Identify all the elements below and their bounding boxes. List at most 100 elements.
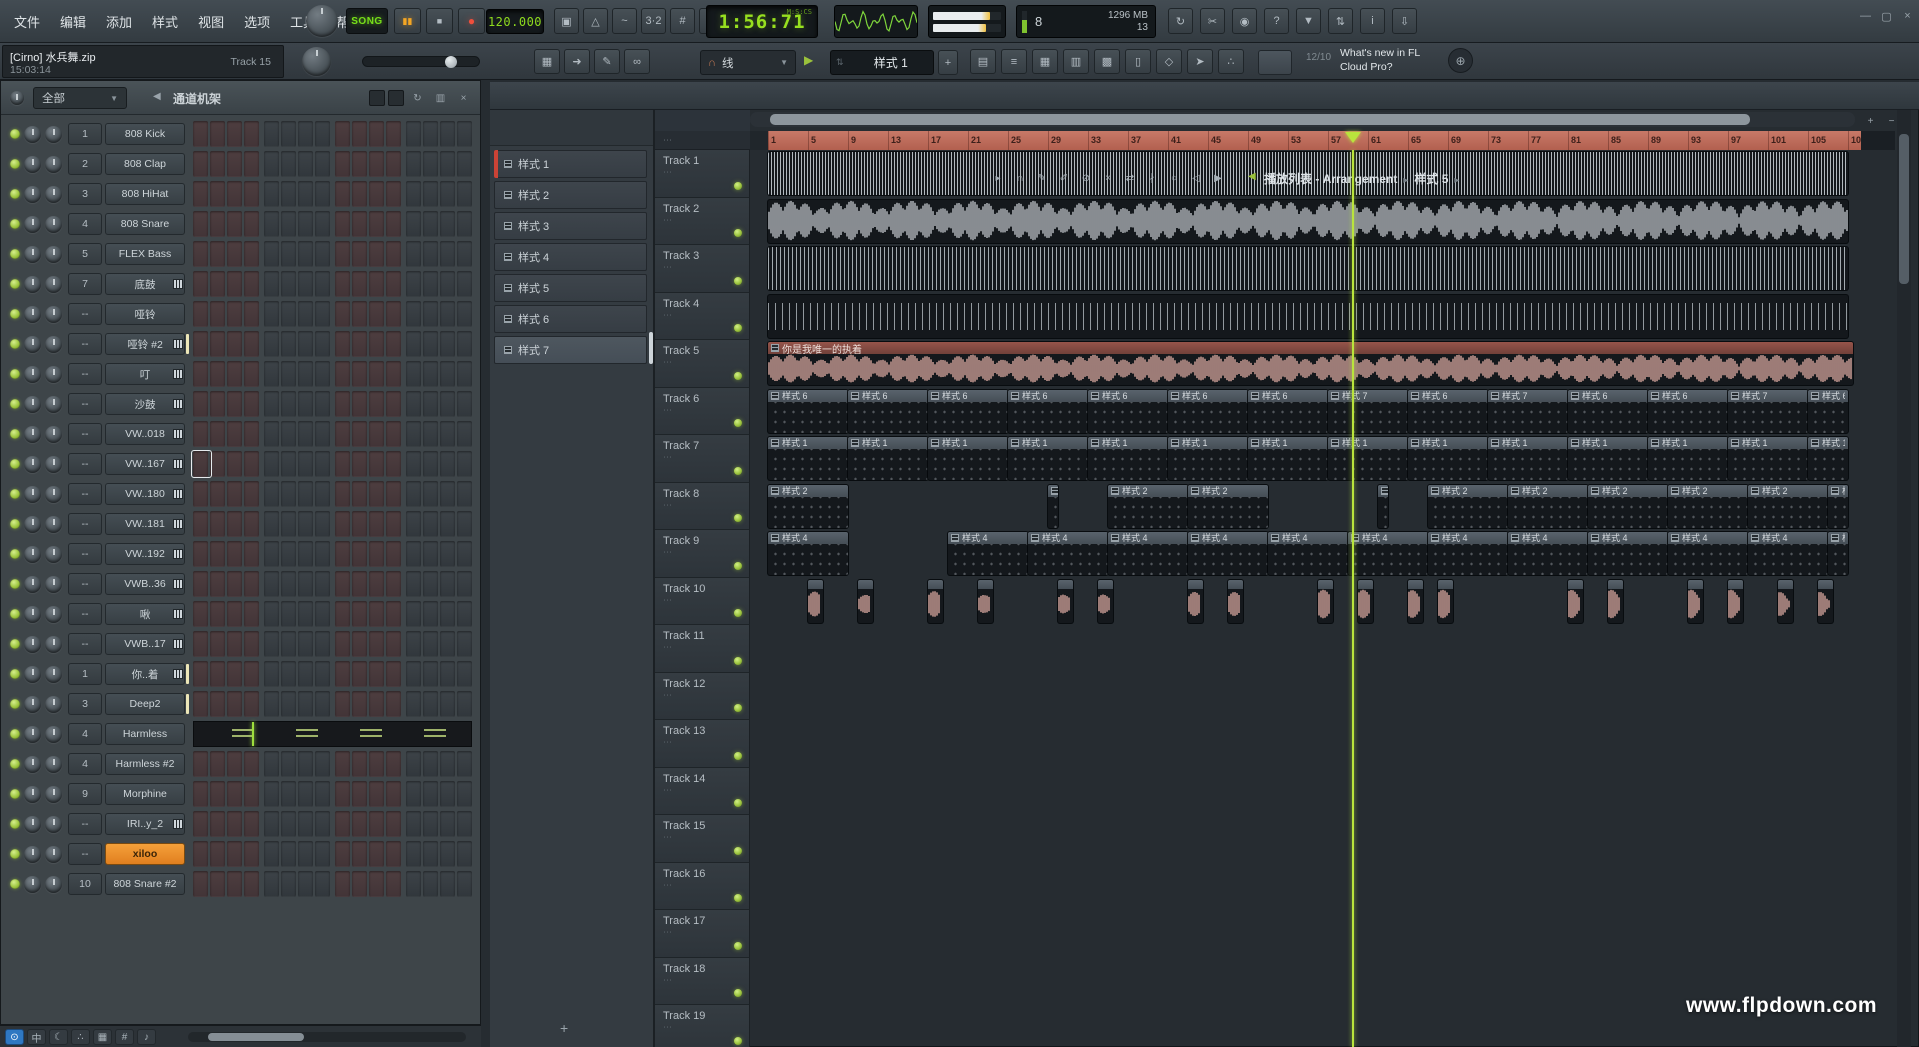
step-button[interactable] — [244, 811, 259, 837]
channel-number[interactable]: -- — [68, 423, 102, 445]
step-button[interactable] — [227, 811, 242, 837]
step-button[interactable] — [352, 151, 367, 177]
step-button[interactable] — [406, 361, 421, 387]
volume-knob[interactable] — [45, 306, 62, 323]
channel-led[interactable] — [10, 129, 20, 139]
pan-knob[interactable] — [24, 366, 41, 383]
step-button[interactable] — [423, 121, 438, 147]
paint-icon[interactable]: ✐ — [1054, 169, 1074, 187]
globe-icon[interactable]: ⊕ — [1448, 48, 1473, 73]
track-led[interactable] — [734, 989, 742, 997]
step-button[interactable] — [406, 781, 421, 807]
track-led[interactable] — [734, 752, 742, 760]
step-button[interactable] — [281, 211, 296, 237]
step-button[interactable] — [386, 271, 401, 297]
step-button[interactable] — [315, 781, 330, 807]
step-button[interactable] — [423, 451, 438, 477]
close-button[interactable]: × — [1898, 8, 1917, 24]
pan-knob[interactable] — [24, 696, 41, 713]
multitouch-icon[interactable]: ∴ — [71, 1029, 90, 1045]
step-button[interactable] — [335, 841, 350, 867]
step-button[interactable] — [227, 271, 242, 297]
channel-number[interactable]: 10 — [68, 873, 102, 895]
step-button[interactable] — [210, 301, 225, 327]
step-button[interactable] — [281, 811, 296, 837]
step-button[interactable] — [335, 211, 350, 237]
step-button[interactable] — [406, 241, 421, 267]
step-button[interactable] — [210, 691, 225, 717]
step-button[interactable] — [298, 871, 313, 897]
step-button[interactable] — [457, 301, 472, 327]
channel-button[interactable]: FLEX Bass — [105, 243, 185, 265]
step-button[interactable] — [457, 271, 472, 297]
step-button[interactable] — [315, 361, 330, 387]
step-button[interactable] — [298, 661, 313, 687]
step-button[interactable] — [244, 421, 259, 447]
step-button[interactable] — [386, 361, 401, 387]
track-led[interactable] — [734, 847, 742, 855]
step-button[interactable] — [457, 331, 472, 357]
step-button[interactable] — [406, 391, 421, 417]
step-button[interactable] — [315, 151, 330, 177]
track-led[interactable] — [734, 324, 742, 332]
volume-knob[interactable] — [45, 606, 62, 623]
pan-knob[interactable] — [24, 546, 41, 563]
mixer-icon[interactable]: ▥ — [1063, 49, 1089, 74]
step-button[interactable] — [423, 271, 438, 297]
rack-option-button[interactable] — [369, 90, 385, 106]
step-button[interactable] — [457, 211, 472, 237]
channel-button[interactable]: 808 HiHat — [105, 183, 185, 205]
step-button[interactable] — [386, 451, 401, 477]
track-header[interactable]: Track 6⋯ — [655, 388, 750, 436]
channel-number[interactable]: -- — [68, 633, 102, 655]
step-button[interactable] — [227, 421, 242, 447]
step-button[interactable] — [281, 151, 296, 177]
shuffle-knob[interactable] — [302, 47, 331, 76]
step-button[interactable] — [193, 541, 208, 567]
save-icon[interactable]: ▼ — [1296, 8, 1321, 34]
step-button[interactable] — [440, 661, 455, 687]
step-button[interactable] — [227, 241, 242, 267]
pan-knob[interactable] — [24, 756, 41, 773]
rack-horizontal-scrollbar[interactable] — [188, 1032, 466, 1042]
track-led[interactable] — [734, 894, 742, 902]
step-button[interactable] — [298, 451, 313, 477]
step-button[interactable] — [335, 421, 350, 447]
step-button[interactable] — [227, 691, 242, 717]
pattern-item[interactable]: 样式 6 — [494, 305, 647, 333]
channel-number[interactable]: 3 — [68, 183, 102, 205]
track-header[interactable]: Track 9⋯ — [655, 530, 750, 578]
timeline-ruler[interactable]: 1591317212529333741454953576165697377818… — [750, 131, 1861, 150]
track-header[interactable]: Track 19⋯ — [655, 1005, 750, 1047]
step-button[interactable] — [281, 481, 296, 507]
step-button[interactable] — [440, 631, 455, 657]
step-button[interactable] — [315, 391, 330, 417]
step-button[interactable] — [335, 151, 350, 177]
step-button[interactable] — [423, 511, 438, 537]
step-button[interactable] — [423, 361, 438, 387]
step-button[interactable] — [406, 661, 421, 687]
step-button[interactable] — [369, 481, 384, 507]
step-button[interactable] — [298, 691, 313, 717]
step-button[interactable] — [352, 361, 367, 387]
step-button[interactable] — [335, 451, 350, 477]
performance-mode-button[interactable] — [1258, 50, 1292, 75]
step-button[interactable] — [193, 211, 208, 237]
step-button[interactable] — [298, 121, 313, 147]
step-button[interactable] — [406, 301, 421, 327]
channel-number[interactable]: 7 — [68, 273, 102, 295]
step-button[interactable] — [244, 781, 259, 807]
step-button[interactable] — [227, 361, 242, 387]
step-button[interactable] — [315, 451, 330, 477]
step-button[interactable] — [244, 841, 259, 867]
draw-mode-icon[interactable]: ✎ — [594, 49, 620, 74]
pan-knob[interactable] — [24, 456, 41, 473]
channel-button[interactable]: 808 Clap — [105, 153, 185, 175]
step-button[interactable] — [244, 151, 259, 177]
step-button[interactable] — [440, 541, 455, 567]
step-button[interactable] — [264, 391, 279, 417]
typing-to-piano-icon[interactable]: 中 — [27, 1029, 46, 1045]
step-button[interactable] — [298, 151, 313, 177]
step-button[interactable] — [281, 841, 296, 867]
track-led[interactable] — [734, 609, 742, 617]
